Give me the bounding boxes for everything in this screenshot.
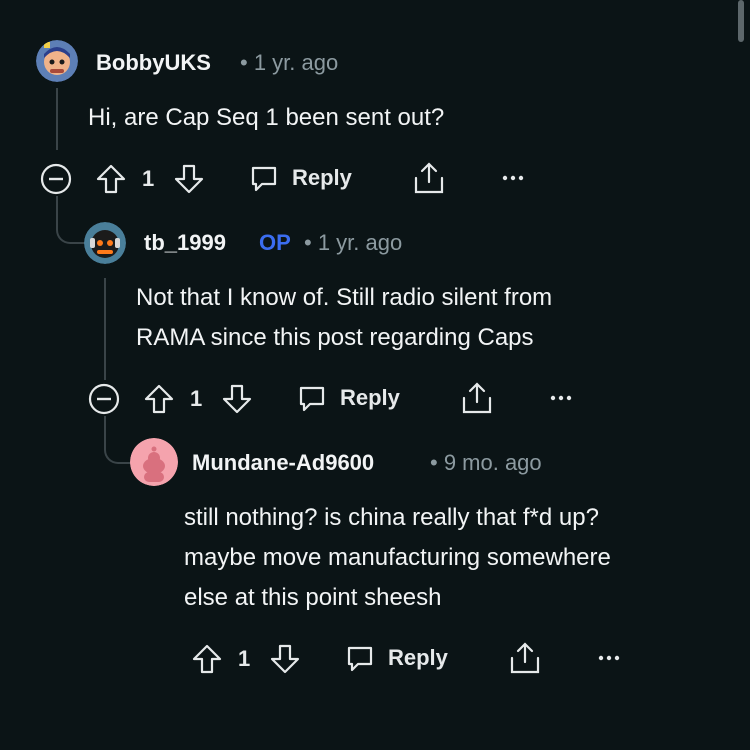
thread-line-1 xyxy=(56,88,58,150)
comment-text-line: maybe move manufacturing somewhere xyxy=(184,544,611,571)
reply-icon xyxy=(248,162,280,194)
comment-username[interactable]: BobbyUKS xyxy=(96,50,211,76)
thread-line-2 xyxy=(104,278,106,380)
op-badge: OP xyxy=(259,230,291,255)
comment-text-line: RAMA since this post regarding Caps xyxy=(136,324,534,351)
vote-count: 1 xyxy=(190,386,203,411)
reply-label: Reply xyxy=(340,385,400,410)
comment-timestamp: • 9 mo. ago xyxy=(430,450,542,475)
avatar[interactable] xyxy=(36,40,78,82)
reply-button[interactable]: Reply xyxy=(296,382,400,414)
reply-button[interactable]: Reply xyxy=(344,642,448,674)
collapse-icon[interactable] xyxy=(88,383,120,415)
comment-username[interactable]: tb_1999 xyxy=(144,230,226,256)
share-icon[interactable] xyxy=(460,380,494,416)
upvote-icon[interactable] xyxy=(190,642,224,676)
reply-label: Reply xyxy=(388,645,448,670)
collapse-icon[interactable] xyxy=(40,163,72,195)
comment-text-line: still nothing? is china really that f*d … xyxy=(184,504,599,531)
avatar[interactable] xyxy=(130,438,178,486)
comment-timestamp: • 1 yr. ago xyxy=(240,50,339,75)
comment-timestamp: • 1 yr. ago xyxy=(304,230,403,255)
downvote-icon[interactable] xyxy=(268,642,302,676)
reply-button[interactable]: Reply xyxy=(248,162,352,194)
share-icon[interactable] xyxy=(412,160,446,196)
thread-elbow-1 xyxy=(56,196,86,244)
share-icon[interactable] xyxy=(508,640,542,676)
vote-count: 1 xyxy=(238,646,251,671)
avatar[interactable] xyxy=(84,222,126,264)
more-options-icon[interactable] xyxy=(598,650,620,666)
comment-text-line: Not that I know of. Still radio silent f… xyxy=(136,284,553,311)
reply-icon xyxy=(344,642,376,674)
comment-text: Hi, are Cap Seq 1 been sent out? xyxy=(88,104,445,131)
comment-text-line: else at this point sheesh xyxy=(184,584,442,611)
reply-label: Reply xyxy=(292,165,352,190)
comment-username[interactable]: Mundane-Ad9600 xyxy=(192,450,374,476)
vote-count: 1 xyxy=(142,166,155,191)
scrollbar[interactable] xyxy=(738,0,744,42)
downvote-icon[interactable] xyxy=(220,382,254,416)
more-options-icon[interactable] xyxy=(502,170,524,186)
downvote-icon[interactable] xyxy=(172,162,206,196)
reply-icon xyxy=(296,382,328,414)
upvote-icon[interactable] xyxy=(94,162,128,196)
more-options-icon[interactable] xyxy=(550,390,572,406)
upvote-icon[interactable] xyxy=(142,382,176,416)
